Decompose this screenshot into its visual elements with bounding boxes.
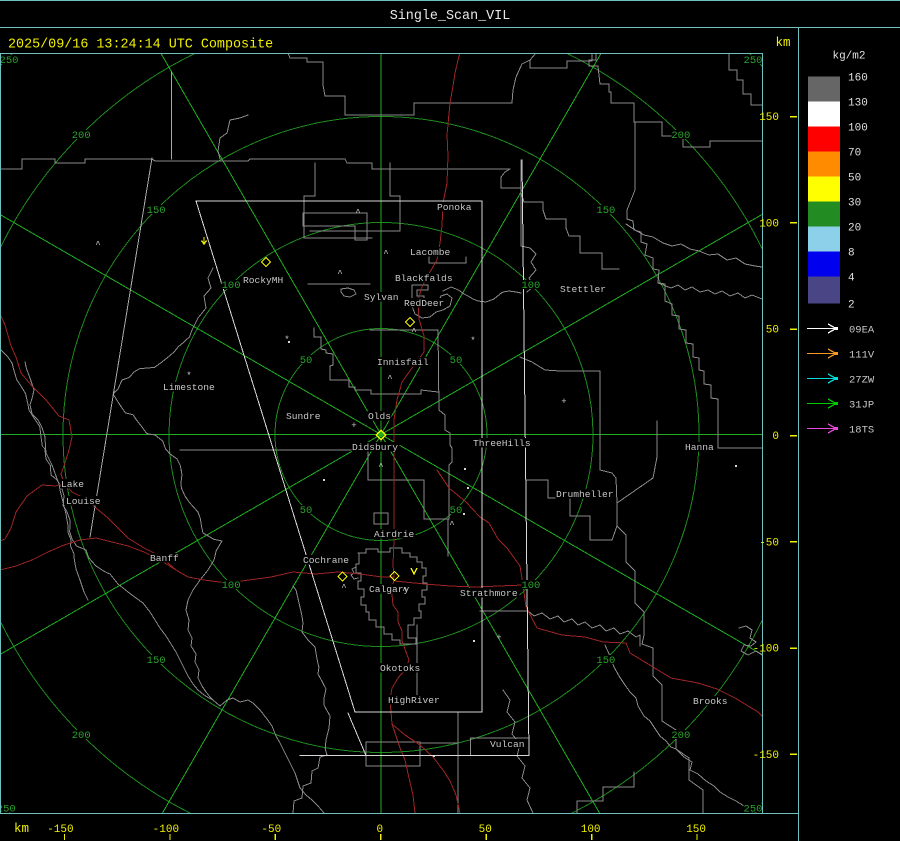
svg-text:kg/m2: kg/m2 bbox=[832, 51, 865, 63]
svg-text:30: 30 bbox=[848, 198, 861, 210]
svg-text:Okotoks: Okotoks bbox=[380, 663, 420, 674]
svg-text:Sylvan: Sylvan bbox=[364, 292, 399, 303]
svg-text:100: 100 bbox=[759, 218, 779, 230]
svg-text:Didsbury: Didsbury bbox=[352, 442, 398, 453]
svg-text:Airdrie: Airdrie bbox=[374, 529, 415, 540]
svg-text:2: 2 bbox=[848, 299, 855, 311]
svg-text:^: ^ bbox=[341, 583, 346, 593]
svg-text:Cochrane: Cochrane bbox=[303, 555, 349, 566]
svg-text:130: 130 bbox=[848, 98, 868, 110]
svg-text:+: + bbox=[351, 421, 356, 431]
svg-text:RockyMH: RockyMH bbox=[243, 275, 283, 286]
svg-text:4: 4 bbox=[848, 273, 855, 285]
svg-text:-100: -100 bbox=[153, 824, 179, 836]
svg-text:150: 150 bbox=[759, 112, 779, 124]
svg-text:150: 150 bbox=[596, 655, 615, 667]
svg-text:Sundre: Sundre bbox=[286, 411, 321, 422]
svg-text:0: 0 bbox=[772, 431, 779, 443]
svg-text:Brooks: Brooks bbox=[693, 696, 728, 707]
svg-text:Drumheller: Drumheller bbox=[556, 489, 614, 500]
svg-text:0: 0 bbox=[376, 824, 383, 836]
svg-text:31JP: 31JP bbox=[849, 400, 874, 412]
svg-text:^: ^ bbox=[383, 249, 388, 259]
svg-text:100: 100 bbox=[581, 824, 601, 836]
svg-text:-150: -150 bbox=[753, 750, 779, 762]
svg-text:^: ^ bbox=[387, 374, 392, 384]
svg-text:70: 70 bbox=[848, 148, 861, 160]
svg-text:Hanna: Hanna bbox=[685, 442, 714, 453]
svg-text:200: 200 bbox=[72, 130, 91, 142]
svg-text:-50: -50 bbox=[759, 537, 779, 549]
svg-text:Olds: Olds bbox=[368, 411, 391, 422]
svg-text:100: 100 bbox=[222, 280, 241, 292]
svg-text:50: 50 bbox=[479, 824, 492, 836]
svg-text:50: 50 bbox=[450, 505, 463, 517]
svg-text:160: 160 bbox=[848, 73, 868, 85]
svg-text:100: 100 bbox=[222, 580, 241, 592]
svg-text:Louise: Louise bbox=[66, 496, 101, 507]
svg-text:27ZW: 27ZW bbox=[849, 375, 875, 387]
svg-text:*: * bbox=[186, 371, 191, 381]
svg-text:-50: -50 bbox=[261, 824, 281, 836]
svg-text:HighRiver: HighRiver bbox=[388, 695, 440, 706]
svg-text:Blackfalds: Blackfalds bbox=[395, 273, 453, 284]
svg-text:+: + bbox=[496, 633, 501, 643]
svg-text:09EA: 09EA bbox=[849, 325, 875, 337]
svg-text:ThreeHills: ThreeHills bbox=[473, 438, 531, 449]
svg-text:Strathmore: Strathmore bbox=[460, 588, 518, 599]
svg-text:200: 200 bbox=[72, 730, 91, 742]
svg-text:km: km bbox=[775, 36, 790, 50]
svg-text:Banff: Banff bbox=[150, 553, 179, 564]
svg-text:100: 100 bbox=[521, 280, 540, 292]
svg-text:200: 200 bbox=[671, 130, 690, 142]
svg-text:Single_Scan_VIL: Single_Scan_VIL bbox=[390, 9, 511, 24]
svg-text:*: * bbox=[470, 336, 475, 346]
svg-text:Limestone: Limestone bbox=[163, 382, 215, 393]
svg-text:-100: -100 bbox=[753, 644, 779, 656]
svg-text:150: 150 bbox=[686, 824, 706, 836]
svg-text:-150: -150 bbox=[47, 824, 73, 836]
svg-text:Ponoka: Ponoka bbox=[437, 202, 472, 213]
svg-text:^: ^ bbox=[95, 240, 100, 250]
svg-text:^: ^ bbox=[411, 327, 416, 337]
svg-text:20: 20 bbox=[848, 223, 861, 235]
svg-text:250: 250 bbox=[744, 55, 763, 67]
svg-text:2025/09/16 13:24:14 UTC Compos: 2025/09/16 13:24:14 UTC Composite bbox=[8, 38, 273, 53]
svg-text:*: * bbox=[284, 335, 289, 345]
svg-text:^: ^ bbox=[355, 208, 360, 218]
svg-text:Stettler: Stettler bbox=[560, 284, 606, 295]
svg-text:^: ^ bbox=[402, 586, 407, 596]
svg-text:150: 150 bbox=[596, 205, 615, 217]
svg-text:Lacombe: Lacombe bbox=[410, 247, 451, 258]
svg-text:18TS: 18TS bbox=[849, 425, 874, 437]
svg-text:Innisfail: Innisfail bbox=[377, 357, 429, 368]
svg-text:Vulcan: Vulcan bbox=[490, 739, 525, 750]
svg-text:^: ^ bbox=[337, 269, 342, 279]
svg-text:150: 150 bbox=[147, 205, 166, 217]
svg-text:250: 250 bbox=[0, 55, 18, 67]
svg-text:8: 8 bbox=[848, 248, 855, 260]
svg-text:^: ^ bbox=[449, 520, 454, 530]
svg-text:Lake: Lake bbox=[61, 479, 84, 490]
svg-text:100: 100 bbox=[848, 123, 868, 135]
svg-text:200: 200 bbox=[671, 730, 690, 742]
svg-text:+: + bbox=[561, 397, 566, 407]
svg-text:100: 100 bbox=[521, 580, 540, 592]
svg-text:50: 50 bbox=[300, 355, 313, 367]
svg-text:50: 50 bbox=[450, 355, 463, 367]
svg-text:111V: 111V bbox=[849, 350, 875, 362]
svg-text:50: 50 bbox=[766, 325, 779, 337]
svg-text:150: 150 bbox=[147, 655, 166, 667]
svg-text:^: ^ bbox=[378, 462, 383, 472]
svg-text:km: km bbox=[14, 822, 29, 836]
svg-text:50: 50 bbox=[300, 505, 313, 517]
svg-text:50: 50 bbox=[848, 173, 861, 185]
svg-text:RedDeer: RedDeer bbox=[404, 298, 444, 309]
